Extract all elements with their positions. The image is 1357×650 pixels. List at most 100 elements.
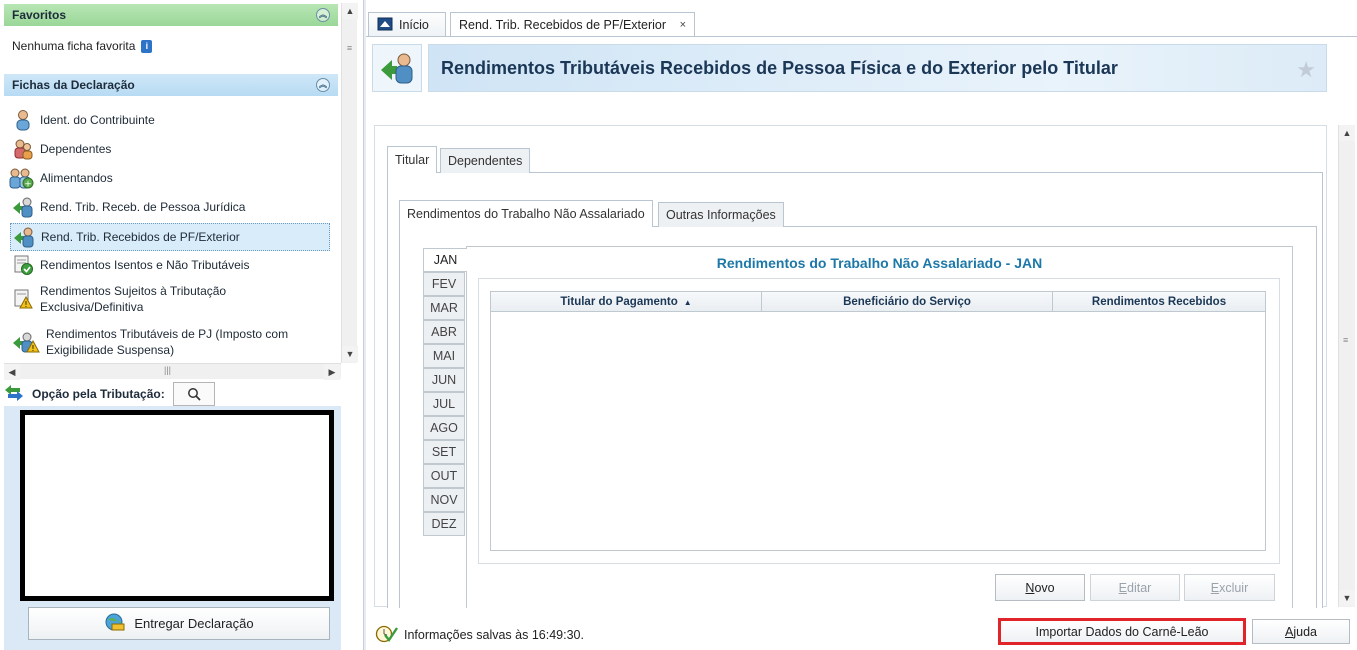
- column-label: Rendimentos Recebidos: [1091, 296, 1227, 308]
- sidebar-item-ident-contribuinte[interactable]: Ident. do Contribuinte: [10, 107, 330, 133]
- table-header: Titular do Pagamento ▲ Beneficiário do S…: [491, 292, 1265, 312]
- sidebar-item-label: Alimentandos: [40, 171, 113, 185]
- favoritos-title: Favoritos: [12, 8, 67, 22]
- status-bar: Informações salvas às 16:49:30. Importar…: [366, 612, 1357, 650]
- tab-inicio[interactable]: Início: [368, 12, 446, 37]
- tab-month-mar[interactable]: MAR: [423, 296, 465, 320]
- sidebar-item-label: Rend. Trib. Receb. de Pessoa Jurídica: [40, 200, 246, 214]
- sidebar-item-rend-exclusiva[interactable]: ! Rendimentos Sujeitos à Tributação Excl…: [10, 281, 330, 317]
- button-label: ditar: [1127, 580, 1152, 595]
- dependents-icon: [12, 138, 34, 160]
- button-label: Importar Dados do Carnê-Leão: [1035, 624, 1209, 639]
- tab-rend-pf-exterior[interactable]: Rend. Trib. Recebidos de PF/Exterior ×: [450, 12, 695, 37]
- left-panel: Favoritos ︽ Nenhuma ficha favorita i Fic…: [0, 0, 358, 650]
- sidebar-item-rend-isentos[interactable]: Rendimentos Isentos e Não Tributáveis: [10, 252, 330, 278]
- sidebar-item-label: Rendimentos Sujeitos à Tributação Exclus…: [40, 284, 227, 314]
- close-icon[interactable]: ×: [680, 19, 686, 31]
- arrow-person-icon: [381, 53, 413, 84]
- scroll-grip-icon[interactable]: ≡: [345, 43, 354, 67]
- star-icon[interactable]: ★: [1296, 57, 1316, 83]
- opcao-label: Opção pela Tributação:: [32, 387, 165, 401]
- entregar-declaracao-button[interactable]: Entregar Declaração: [28, 607, 330, 640]
- scroll-up-icon[interactable]: ▲: [342, 3, 358, 19]
- tab-month-set[interactable]: SET: [423, 440, 465, 464]
- tab-rendimentos-trabalho[interactable]: Rendimentos do Trabalho Não Assalariado: [399, 200, 653, 227]
- tab-dependentes[interactable]: Dependentes: [440, 148, 531, 173]
- svg-text:!: !: [24, 300, 27, 309]
- sidebar-item-rend-pf-exterior[interactable]: Rend. Trib. Recebidos de PF/Exterior: [10, 223, 330, 251]
- mnemonic: N: [1025, 580, 1035, 595]
- tab-month-nov[interactable]: NOV: [423, 488, 465, 512]
- scroll-right-icon[interactable]: ▶: [324, 364, 340, 380]
- sidebar-horizontal-scrollbar[interactable]: ◀ ||| ▶: [4, 363, 341, 380]
- editar-button[interactable]: Editar: [1090, 574, 1180, 601]
- fichas-header[interactable]: Fichas da Declaração ︽: [4, 74, 338, 96]
- document-warning-icon: !: [12, 288, 34, 310]
- scroll-down-icon[interactable]: ▼: [342, 346, 358, 362]
- column-header-beneficiario[interactable]: Beneficiário do Serviço: [762, 292, 1053, 312]
- page-title: Rendimentos Tributáveis Recebidos de Pes…: [441, 57, 1118, 78]
- scroll-grip-icon[interactable]: |||: [164, 365, 171, 375]
- tab-month-jan[interactable]: JAN: [423, 248, 467, 272]
- scroll-grip-icon[interactable]: ≡: [1343, 335, 1348, 345]
- tab-month-jun[interactable]: JUN: [423, 368, 465, 392]
- home-icon: [377, 17, 393, 34]
- tab-month-ago[interactable]: AGO: [423, 416, 465, 440]
- status-text: Informações salvas às 16:49:30.: [404, 627, 584, 642]
- sidebar-vertical-scrollbar[interactable]: ▲ ≡ ▼: [341, 3, 358, 363]
- scroll-up-icon[interactable]: ▲: [1339, 125, 1355, 141]
- tab-month-abr[interactable]: ABR: [423, 320, 465, 344]
- sidebar-item-label: Ident. do Contribuinte: [40, 113, 155, 127]
- arrow-person-icon: [13, 226, 35, 248]
- rendimentos-table[interactable]: Titular do Pagamento ▲ Beneficiário do S…: [490, 291, 1266, 551]
- svg-text:!: !: [31, 344, 34, 353]
- alimentandos-icon: +: [8, 167, 34, 190]
- search-icon: [187, 388, 201, 401]
- person-icon: [12, 109, 34, 131]
- arrow-person-warning-icon: !: [12, 331, 40, 353]
- tab-month-fev[interactable]: FEV: [423, 272, 465, 296]
- excluir-button[interactable]: Excluir: [1184, 574, 1275, 601]
- button-label: ovo: [1034, 580, 1055, 595]
- page-icon: [372, 44, 422, 92]
- panel-title: Rendimentos do Trabalho Não Assalariado …: [716, 255, 1043, 271]
- sidebar-item-dependentes[interactable]: Dependentes: [10, 136, 330, 162]
- page-header: Rendimentos Tributáveis Recebidos de Pes…: [428, 44, 1327, 92]
- sidebar-item-label: Rendimentos Tributáveis de PJ (Imposto c…: [46, 327, 289, 357]
- sidebar-item-label: Dependentes: [40, 142, 112, 156]
- tab-titular[interactable]: Titular: [387, 146, 438, 173]
- column-header-titular[interactable]: Titular do Pagamento ▲: [491, 292, 762, 312]
- ajuda-button[interactable]: Ajuda: [1252, 619, 1350, 644]
- sidebar-item-rend-pj-suspensa[interactable]: ! Rendimentos Tributáveis de PJ (Imposto…: [10, 324, 330, 360]
- search-button[interactable]: [172, 382, 215, 406]
- double-chevron-up-icon[interactable]: ︽: [316, 8, 330, 22]
- tab-month-out[interactable]: OUT: [423, 464, 465, 488]
- arrow-person-icon: [12, 196, 34, 218]
- content-vertical-scrollbar[interactable]: ▲ ≡ ▼: [1338, 125, 1355, 607]
- column-label: Beneficiário do Serviço: [843, 296, 971, 308]
- scroll-down-icon[interactable]: ▼: [1339, 590, 1355, 606]
- sidebar-item-alimentandos[interactable]: + Alimentandos: [6, 165, 326, 191]
- favoritos-header[interactable]: Favoritos ︽: [4, 4, 338, 26]
- tab-month-dez[interactable]: DEZ: [423, 512, 465, 536]
- column-header-rendimentos[interactable]: Rendimentos Recebidos: [1053, 292, 1265, 312]
- sidebar-item-label: Rend. Trib. Recebidos de PF/Exterior: [41, 230, 240, 244]
- tab-label: Rend. Trib. Recebidos de PF/Exterior: [459, 18, 667, 32]
- info-icon: i: [141, 39, 153, 53]
- tab-month-jul[interactable]: JUL: [423, 392, 465, 416]
- novo-button[interactable]: Novo: [995, 574, 1085, 601]
- sidebar-item-rend-pj[interactable]: Rend. Trib. Receb. de Pessoa Jurídica: [10, 194, 330, 220]
- sort-ascending-icon: ▲: [683, 297, 692, 307]
- column-label: Titular do Pagamento: [560, 296, 678, 308]
- tab-outras-informacoes[interactable]: Outras Informações: [658, 202, 784, 227]
- importar-carne-leao-button[interactable]: Importar Dados do Carnê-Leão: [998, 618, 1246, 645]
- save-status: Informações salvas às 16:49:30.: [374, 623, 584, 646]
- mnemonic: E: [1210, 580, 1220, 595]
- tab-month-mai[interactable]: MAI: [423, 344, 465, 368]
- double-chevron-up-icon[interactable]: ︽: [316, 78, 330, 92]
- entregar-label: Entregar Declaração: [134, 616, 254, 631]
- scroll-left-icon[interactable]: ◀: [4, 364, 20, 380]
- opcao-tributacao-row: Opção pela Tributação:: [4, 380, 341, 408]
- sidebar-item-label: Rendimentos Isentos e Não Tributáveis: [40, 258, 250, 272]
- mnemonic: E: [1118, 580, 1127, 595]
